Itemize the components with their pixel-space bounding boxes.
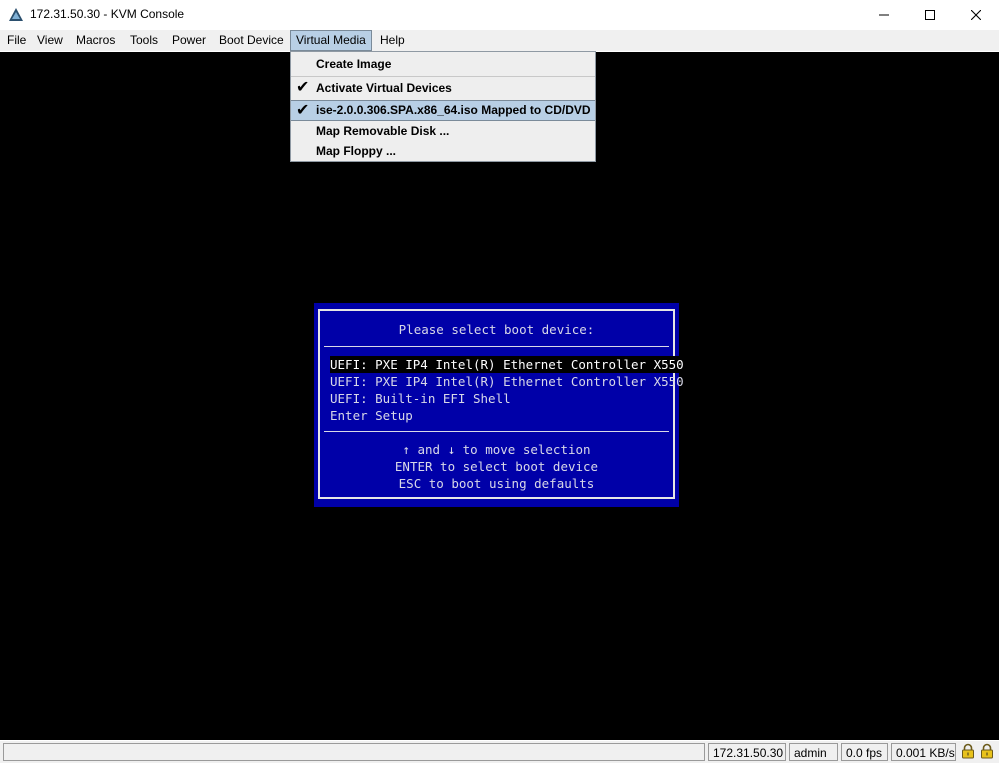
- menu-item-mapped-iso[interactable]: ✔ ise-2.0.0.306.SPA.x86_64.iso Mapped to…: [291, 100, 595, 121]
- boot-menu-frame: Please select boot device: UEFI: PXE IP4…: [318, 309, 684, 499]
- menu-tools[interactable]: Tools: [125, 30, 163, 51]
- status-bar: 172.31.50.30 admin 0.0 fps 0.001 KB/s: [0, 741, 999, 763]
- checkmark-icon: ✔: [296, 79, 310, 96]
- menu-item-map-removable-disk[interactable]: Map Removable Disk ...: [291, 121, 595, 141]
- menu-item-label: Activate Virtual Devices: [316, 81, 452, 95]
- boot-menu-title: Please select boot device:: [398, 322, 595, 337]
- boot-option[interactable]: UEFI: PXE IP4 Intel(R) Ethernet Controll…: [330, 373, 684, 390]
- status-ip: 172.31.50.30: [708, 743, 786, 761]
- menu-macros[interactable]: Macros: [71, 30, 120, 51]
- menu-item-label: ise-2.0.0.306.SPA.x86_64.iso Mapped to C…: [316, 103, 591, 117]
- virtual-media-menu: Create Image ✔ Activate Virtual Devices …: [290, 51, 596, 162]
- status-fps: 0.0 fps: [841, 743, 888, 761]
- menu-item-create-image[interactable]: Create Image: [291, 54, 595, 74]
- menu-item-label: Map Removable Disk ...: [316, 124, 450, 138]
- menu-boot-device[interactable]: Boot Device: [214, 30, 289, 51]
- boot-help-line: ENTER to select boot device: [394, 459, 599, 474]
- minimize-button[interactable]: [861, 0, 907, 30]
- status-user: admin: [789, 743, 838, 761]
- menu-item-map-floppy[interactable]: Map Floppy ...: [291, 141, 595, 161]
- menu-file[interactable]: File: [2, 30, 31, 51]
- boot-menu-divider: [324, 431, 669, 432]
- triangle-app-icon: [9, 8, 23, 21]
- boot-option[interactable]: Enter Setup: [330, 407, 413, 424]
- close-button[interactable]: [953, 0, 999, 30]
- window-title: 172.31.50.30 - KVM Console: [30, 7, 185, 21]
- boot-menu-divider: [324, 346, 669, 347]
- checkmark-icon: ✔: [296, 102, 310, 119]
- menu-bar: File View Macros Tools Power Boot Device…: [0, 30, 999, 51]
- menu-item-label: Create Image: [316, 57, 392, 71]
- menu-power[interactable]: Power: [167, 30, 211, 51]
- boot-option[interactable]: UEFI: PXE IP4 Intel(R) Ethernet Controll…: [330, 356, 684, 373]
- menu-virtual-media[interactable]: Virtual Media: [290, 30, 372, 51]
- maximize-button[interactable]: [907, 0, 953, 30]
- boot-help-line: ↑ and ↓ to move selection: [402, 442, 591, 457]
- menu-item-label: Map Floppy ...: [316, 144, 396, 158]
- lock-icon[interactable]: [979, 743, 995, 759]
- status-message-area: [3, 743, 705, 761]
- close-icon: [971, 10, 981, 20]
- lock-icon[interactable]: [960, 743, 976, 759]
- menu-item-activate-virtual-devices[interactable]: ✔ Activate Virtual Devices: [291, 78, 595, 98]
- title-bar: 172.31.50.30 - KVM Console: [0, 0, 999, 30]
- boot-option[interactable]: UEFI: Built-in EFI Shell: [330, 390, 511, 407]
- menu-view[interactable]: View: [32, 30, 68, 51]
- maximize-icon: [925, 10, 935, 20]
- minimize-icon: [879, 14, 889, 16]
- boot-menu: Please select boot device: UEFI: PXE IP4…: [314, 303, 684, 507]
- menu-separator: [291, 76, 595, 77]
- boot-help-line: ESC to boot using defaults: [398, 476, 595, 491]
- menu-help[interactable]: Help: [375, 30, 410, 51]
- status-rate: 0.001 KB/s: [891, 743, 956, 761]
